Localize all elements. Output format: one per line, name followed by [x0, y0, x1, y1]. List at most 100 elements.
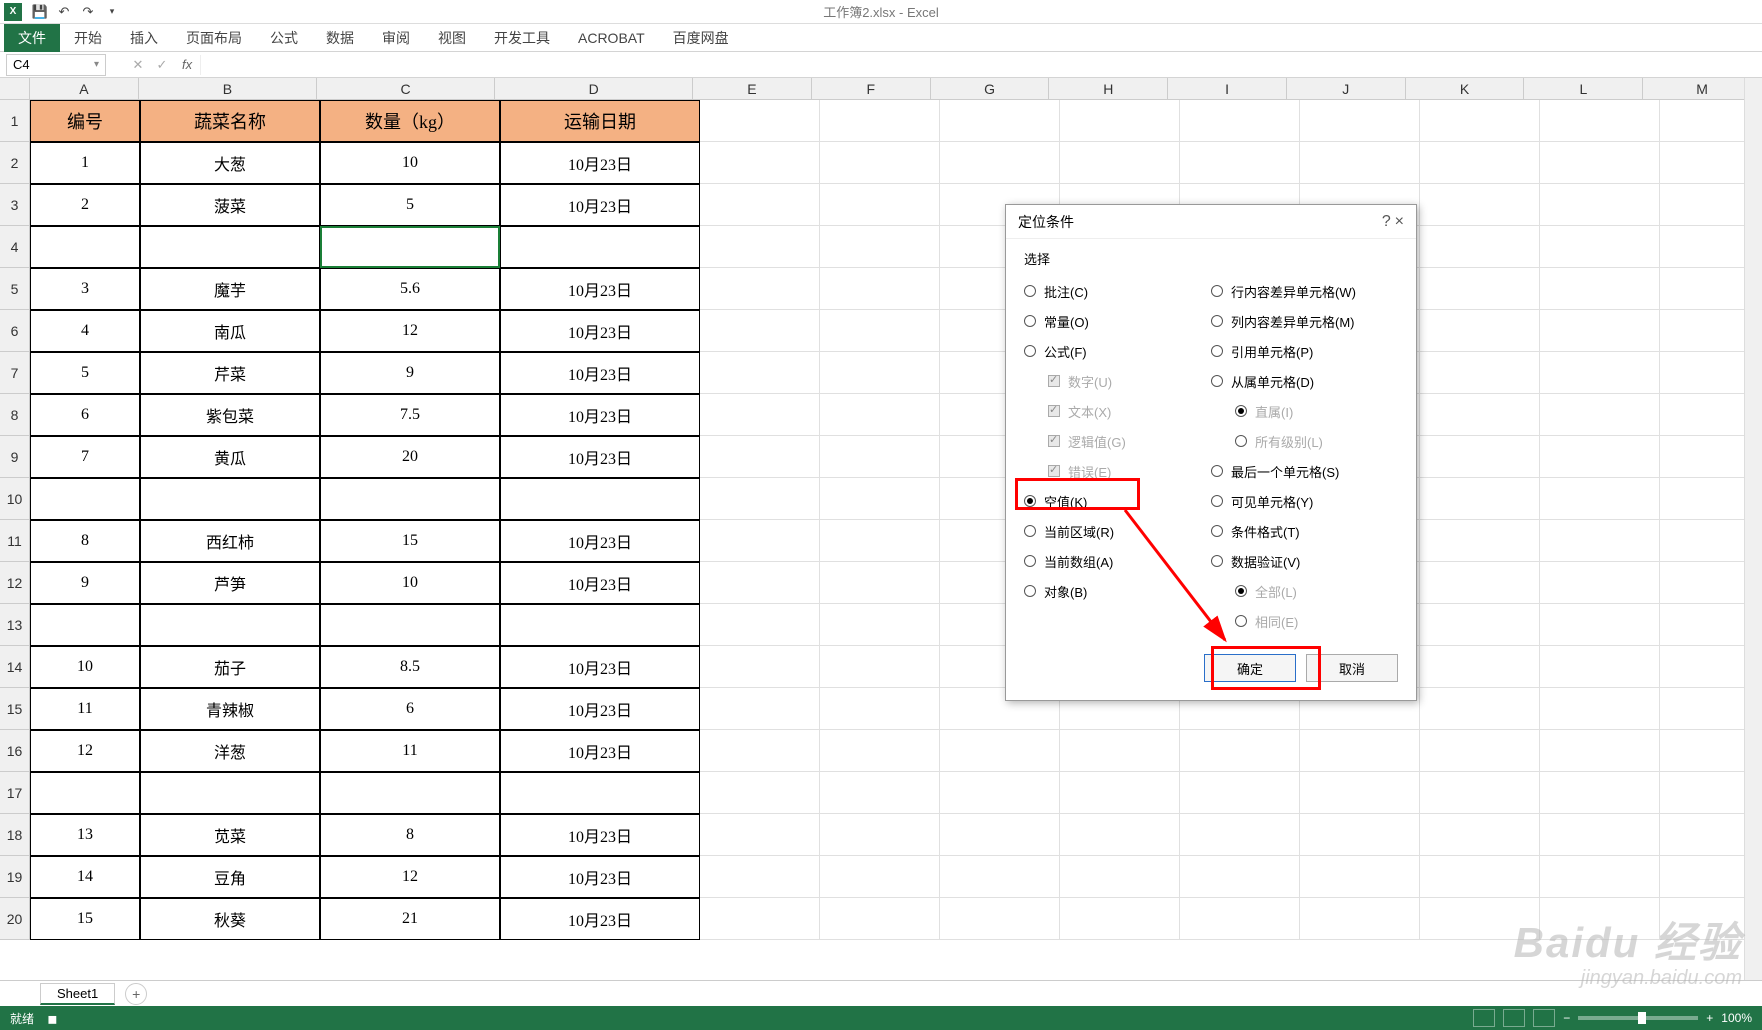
cell[interactable]: 2	[30, 184, 140, 226]
cell[interactable]	[820, 814, 940, 856]
cell[interactable]: 11	[320, 730, 500, 772]
zoom-level[interactable]: 100%	[1721, 1011, 1752, 1025]
row-header[interactable]: 4	[0, 226, 30, 268]
cell[interactable]	[1180, 730, 1300, 772]
option-当前数组(A)[interactable]: 当前数组(A)	[1024, 546, 1211, 576]
cell[interactable]: 13	[30, 814, 140, 856]
page-break-view-icon[interactable]	[1533, 1009, 1555, 1027]
cell[interactable]	[1420, 268, 1540, 310]
row-header[interactable]: 19	[0, 856, 30, 898]
cell[interactable]: 编号	[30, 100, 140, 142]
cell[interactable]	[1060, 898, 1180, 940]
cell[interactable]	[320, 478, 500, 520]
add-sheet-icon[interactable]: +	[125, 983, 147, 1005]
cell[interactable]	[1420, 394, 1540, 436]
cell[interactable]	[1540, 856, 1660, 898]
cell[interactable]	[320, 604, 500, 646]
macro-record-icon[interactable]: ◼	[47, 1012, 57, 1026]
cell[interactable]	[30, 604, 140, 646]
cell[interactable]: 黄瓜	[140, 436, 320, 478]
cell[interactable]	[820, 562, 940, 604]
cell[interactable]: 10月23日	[500, 814, 700, 856]
spreadsheet-grid[interactable]: ABCDEFGHIJKLM 12345678910111213141516171…	[0, 78, 1762, 978]
cell[interactable]: 10月23日	[500, 394, 700, 436]
cell[interactable]	[820, 436, 940, 478]
cell[interactable]: 10月23日	[500, 562, 700, 604]
tab-审阅[interactable]: 审阅	[368, 24, 424, 52]
tab-开发工具[interactable]: 开发工具	[480, 24, 564, 52]
normal-view-icon[interactable]	[1473, 1009, 1495, 1027]
cell[interactable]	[700, 478, 820, 520]
row-header[interactable]: 17	[0, 772, 30, 814]
row-header[interactable]: 10	[0, 478, 30, 520]
cell[interactable]	[700, 352, 820, 394]
cell[interactable]: 南瓜	[140, 310, 320, 352]
cell[interactable]: 10	[320, 142, 500, 184]
cell[interactable]: 10月23日	[500, 268, 700, 310]
cell[interactable]	[1420, 226, 1540, 268]
cell[interactable]	[1300, 814, 1420, 856]
row-header[interactable]: 3	[0, 184, 30, 226]
cell[interactable]	[700, 730, 820, 772]
option-从属单元格(D)[interactable]: 从属单元格(D)	[1211, 366, 1398, 396]
cell[interactable]	[700, 184, 820, 226]
cell[interactable]: 10月23日	[500, 646, 700, 688]
cell[interactable]: 15	[320, 520, 500, 562]
cell[interactable]	[1540, 226, 1660, 268]
option-列内容差异单元格(M)[interactable]: 列内容差异单元格(M)	[1211, 306, 1398, 336]
cell[interactable]: 豆角	[140, 856, 320, 898]
cell[interactable]	[820, 772, 940, 814]
cell[interactable]	[820, 688, 940, 730]
zoom-in-icon[interactable]: +	[1706, 1011, 1713, 1025]
option-对象(B)[interactable]: 对象(B)	[1024, 576, 1211, 606]
cell[interactable]: 10月23日	[500, 310, 700, 352]
cell[interactable]	[940, 772, 1060, 814]
row-header[interactable]: 20	[0, 898, 30, 940]
cell[interactable]	[1540, 772, 1660, 814]
cell[interactable]: 芹菜	[140, 352, 320, 394]
cell[interactable]	[1180, 898, 1300, 940]
cell[interactable]	[820, 898, 940, 940]
row-header[interactable]: 12	[0, 562, 30, 604]
cell[interactable]	[1540, 184, 1660, 226]
cell[interactable]	[820, 856, 940, 898]
cell[interactable]: 10月23日	[500, 184, 700, 226]
cell[interactable]	[700, 562, 820, 604]
cell[interactable]	[1300, 142, 1420, 184]
cell[interactable]	[1420, 562, 1540, 604]
cell[interactable]	[700, 772, 820, 814]
cell[interactable]	[500, 226, 700, 268]
cell[interactable]	[1060, 814, 1180, 856]
row-header[interactable]: 13	[0, 604, 30, 646]
tab-数据[interactable]: 数据	[312, 24, 368, 52]
help-icon[interactable]: ?	[1382, 213, 1391, 230]
cell[interactable]: 20	[320, 436, 500, 478]
cell[interactable]: 蔬菜名称	[140, 100, 320, 142]
cell[interactable]	[320, 226, 500, 268]
cell[interactable]: 苋菜	[140, 814, 320, 856]
cell[interactable]	[700, 226, 820, 268]
cell[interactable]	[1420, 646, 1540, 688]
col-header[interactable]: C	[317, 78, 495, 100]
cell[interactable]	[940, 142, 1060, 184]
cell[interactable]	[700, 814, 820, 856]
cell[interactable]	[1420, 520, 1540, 562]
cell[interactable]: 7.5	[320, 394, 500, 436]
cell[interactable]	[1180, 814, 1300, 856]
cell[interactable]	[30, 226, 140, 268]
row-header[interactable]: 16	[0, 730, 30, 772]
option-常量(O)[interactable]: 常量(O)	[1024, 306, 1211, 336]
cell[interactable]	[700, 268, 820, 310]
select-all-corner[interactable]	[0, 78, 30, 100]
cell[interactable]	[700, 100, 820, 142]
cell[interactable]	[700, 856, 820, 898]
cell[interactable]	[1060, 730, 1180, 772]
tab-公式[interactable]: 公式	[256, 24, 312, 52]
cell[interactable]	[700, 646, 820, 688]
cell[interactable]: 菠菜	[140, 184, 320, 226]
cell[interactable]	[700, 394, 820, 436]
cell[interactable]	[1420, 730, 1540, 772]
cell[interactable]	[820, 310, 940, 352]
cell[interactable]: 10月23日	[500, 688, 700, 730]
cell[interactable]	[500, 772, 700, 814]
